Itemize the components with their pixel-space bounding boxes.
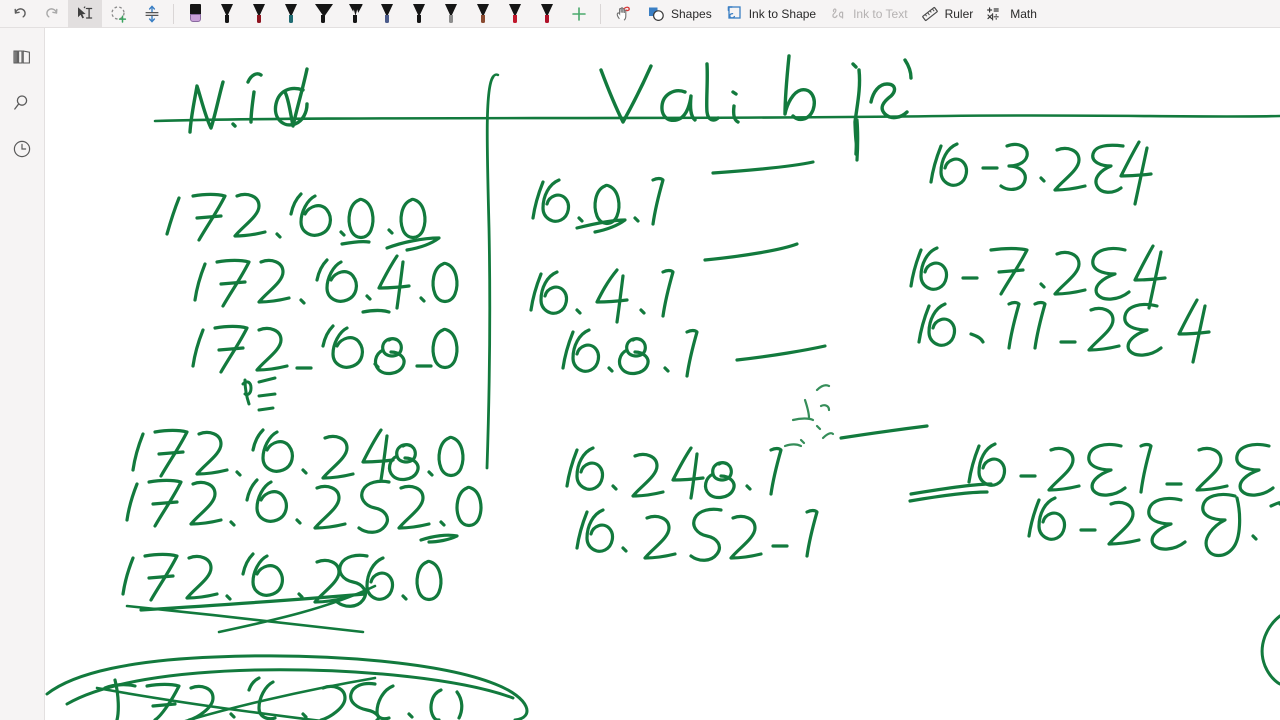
sidebar-item-recent[interactable] (7, 136, 37, 162)
pen-highlighter[interactable] (179, 0, 211, 28)
insert-space-button[interactable] (136, 0, 168, 28)
pen-icon (444, 3, 458, 25)
pen-icon (476, 3, 490, 25)
toolbar-separator (600, 3, 601, 24)
pen-crimson[interactable] (531, 0, 563, 28)
undo-icon (14, 7, 26, 17)
shapes-icon (649, 7, 664, 21)
pen-black[interactable] (211, 0, 243, 28)
math-label: Math (1010, 6, 1037, 21)
pen-icon (220, 3, 234, 25)
redo-button[interactable] (36, 0, 68, 28)
shapes-button[interactable]: Shapes (640, 0, 718, 28)
pen-wide-black[interactable] (307, 0, 339, 28)
shapes-label: Shapes (671, 6, 712, 21)
pen-icon (508, 3, 522, 25)
left-sidebar (0, 28, 45, 720)
math-button[interactable]: Math (979, 0, 1043, 28)
math-icon (987, 6, 1000, 20)
pen-dark-red[interactable] (243, 0, 275, 28)
pen-icon (252, 3, 266, 25)
pencil-black[interactable] (339, 0, 371, 28)
ruler-label: Ruler (944, 6, 974, 21)
search-icon (14, 95, 28, 110)
recent-clock-icon (13, 140, 31, 158)
note-canvas[interactable]: N.id Valid ip's 172.16.0.0 172.16.4.0 17… (45, 28, 1280, 720)
ruler-icon (921, 6, 938, 21)
notebooks-icon (13, 50, 30, 64)
redo-icon (46, 7, 58, 17)
onenote-ink-window: Shapes Ink to Shape Ink to Text Ruler Ma… (0, 0, 1280, 720)
ink-strokes (45, 54, 1280, 720)
pen-teal[interactable] (275, 0, 307, 28)
select-tool-button[interactable] (68, 0, 102, 28)
undo-button[interactable] (4, 0, 36, 28)
sidebar-item-notebooks[interactable] (7, 44, 37, 70)
pen-icon (314, 3, 333, 25)
pen-icon (284, 3, 298, 25)
ink-to-shape-label: Ink to Shape (748, 6, 817, 21)
ink-to-text-icon (832, 7, 844, 19)
draw-toolbar: Shapes Ink to Shape Ink to Text Ruler Ma… (0, 0, 1280, 28)
pen-red[interactable] (499, 0, 531, 28)
ruler-button[interactable]: Ruler (914, 0, 980, 28)
pencil-icon (348, 3, 363, 25)
pen-icon (412, 3, 426, 25)
pen-blue[interactable] (371, 0, 403, 28)
select-cursor-icon (78, 5, 93, 19)
pen-black-2[interactable] (403, 0, 435, 28)
insert-space-icon (145, 5, 159, 22)
lasso-icon (111, 5, 127, 23)
pen-icon (540, 3, 554, 25)
sidebar-item-search[interactable] (7, 90, 37, 116)
pen-grey[interactable] (435, 0, 467, 28)
hand-touch-icon (616, 6, 630, 21)
pen-brown[interactable] (467, 0, 499, 28)
draw-with-touch-button[interactable] (606, 0, 640, 28)
lasso-select-button[interactable] (102, 0, 136, 28)
add-pen-button[interactable] (563, 0, 595, 28)
ink-to-shape-icon (727, 5, 741, 19)
ink-to-shape-button[interactable]: Ink to Shape (718, 0, 822, 28)
pen-icon (380, 3, 394, 25)
plus-icon (572, 6, 586, 21)
toolbar-separator (173, 3, 174, 24)
ink-to-text-button[interactable]: Ink to Text (822, 0, 913, 28)
highlighter-icon (189, 3, 202, 25)
ink-to-text-label: Ink to Text (853, 6, 908, 21)
